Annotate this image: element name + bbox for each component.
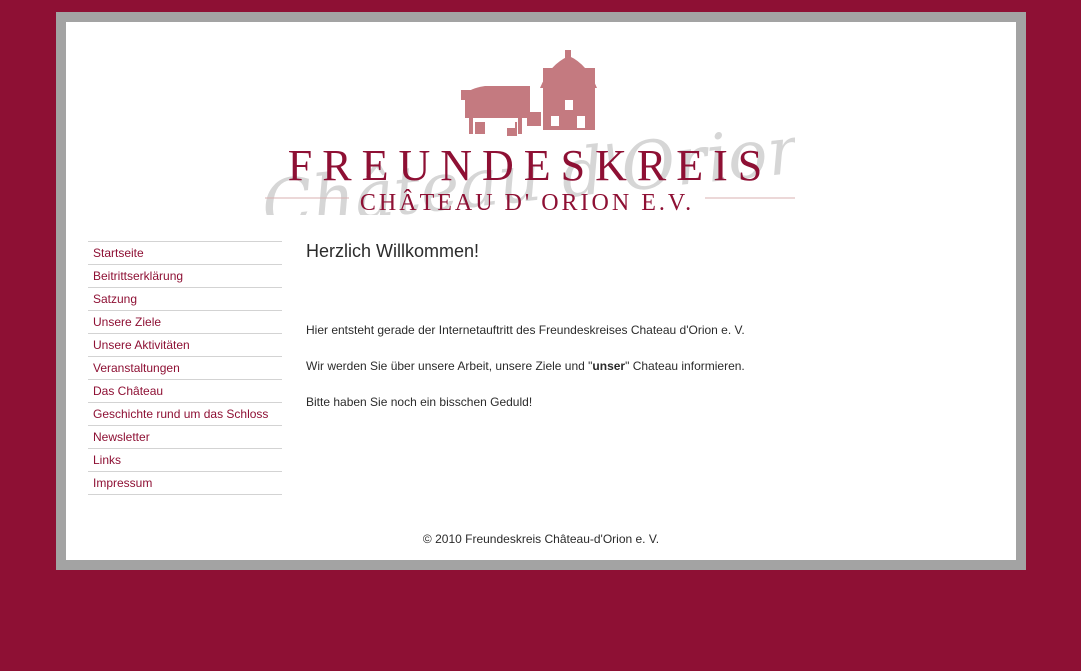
page-title: Herzlich Willkommen!: [306, 241, 480, 261]
intro-paragraph: Hier entsteht gerade der Internetauftrit…: [306, 323, 745, 337]
nav-item-startseite[interactable]: Startseite: [88, 242, 282, 265]
page-frame: Château d'Orion FREUNDESKREIS CHÂTEAU D'…: [56, 12, 1026, 570]
nav-item-veranstaltungen[interactable]: Veranstaltungen: [88, 357, 282, 380]
nav-item-links[interactable]: Links: [88, 449, 282, 472]
info-paragraph: Wir werden Sie über unsere Arbeit, unser…: [306, 359, 745, 374]
nav-item-newsletter[interactable]: Newsletter: [88, 426, 282, 449]
main-navigation: Startseite Beitrittserklärung Satzung Un…: [88, 241, 282, 495]
logo-title: FREUNDESKREIS: [288, 141, 773, 190]
site-logo[interactable]: Château d'Orion FREUNDESKREIS CHÂTEAU D'…: [265, 50, 795, 215]
info-text-before: Wir werden Sie über unsere Arbeit, unser…: [306, 359, 593, 373]
nav-item-das-chateau[interactable]: Das Château: [88, 380, 282, 403]
logo-subtitle: CHÂTEAU D' ORION E.V.: [360, 190, 694, 215]
nav-item-unsere-ziele[interactable]: Unsere Ziele: [88, 311, 282, 334]
page-body: Château d'Orion FREUNDESKREIS CHÂTEAU D'…: [66, 22, 1016, 560]
chateau-drawing-icon: [461, 50, 597, 136]
nav-item-unsere-aktivitaeten[interactable]: Unsere Aktivitäten: [88, 334, 282, 357]
nav-item-impressum[interactable]: Impressum: [88, 472, 282, 495]
nav-item-geschichte[interactable]: Geschichte rund um das Schloss: [88, 403, 282, 426]
patience-paragraph: Bitte haben Sie noch ein bisschen Geduld…: [306, 395, 533, 409]
info-text-after: " Chateau informieren.: [625, 359, 745, 373]
footer-copyright: © 2010 Freundeskreis Château-d'Orion e. …: [422, 532, 660, 546]
nav-item-satzung[interactable]: Satzung: [88, 288, 282, 311]
nav-item-beitrittserklaerung[interactable]: Beitrittserklärung: [88, 265, 282, 288]
main-content: Herzlich Willkommen! Hier entsteht gerad…: [306, 239, 986, 409]
info-text-bold: unser: [592, 359, 626, 373]
